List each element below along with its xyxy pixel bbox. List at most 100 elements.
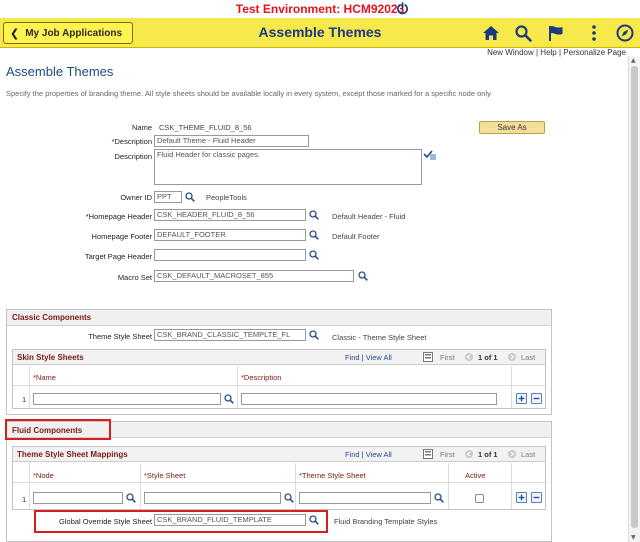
homepage-footer-input[interactable]: DEFAULT_FOOTER: [154, 229, 306, 241]
scroll-thumb[interactable]: [631, 66, 638, 528]
view-all-link[interactable]: View All: [366, 450, 392, 459]
environment-label: Test Environment: HCM92023: [235, 2, 405, 16]
add-row-icon[interactable]: [516, 492, 527, 503]
homepage-header-label: *Homepage Header: [85, 212, 152, 221]
grid-download-icon[interactable]: [423, 449, 433, 459]
find-link[interactable]: Find: [345, 450, 360, 459]
help-link[interactable]: Help: [540, 48, 556, 57]
skin-style-sheets-grid: Skin Style Sheets Find | View All First …: [12, 349, 546, 409]
global-override-description: Fluid Branding Template Styles: [334, 517, 438, 526]
column-divider: [295, 463, 296, 509]
scroll-up-icon[interactable]: ▲: [631, 57, 636, 64]
home-icon[interactable]: [482, 24, 500, 42]
skin-description-input[interactable]: [241, 393, 497, 405]
name-label: Name: [131, 123, 152, 132]
homepage-header-input[interactable]: CSK_HEADER_FLUID_8_56: [154, 209, 306, 221]
classic-theme-style-sheet-label: Theme Style Sheet: [88, 332, 152, 341]
classic-theme-style-sheet-description: Classic - Theme Style Sheet: [332, 333, 427, 342]
description-label: *Description: [111, 137, 152, 146]
target-page-header-label: Target Page Header: [84, 252, 152, 261]
lookup-icon[interactable]: [185, 192, 195, 202]
new-window-link[interactable]: New Window: [487, 48, 534, 57]
mapping-grid-header: Theme Style Sheet Mappings Find | View A…: [13, 447, 545, 462]
column-divider: [29, 463, 30, 509]
column-divider: [29, 366, 30, 408]
app-header: ❮ My Job Applications Assemble Themes: [0, 18, 640, 48]
column-header-description: *Description: [241, 373, 282, 382]
first-link[interactable]: First: [440, 353, 455, 362]
next-icon[interactable]: [508, 450, 516, 458]
view-all-link[interactable]: View All: [366, 353, 392, 362]
mapping-grid-navigation: Find | View All: [345, 450, 392, 459]
previous-icon[interactable]: [465, 450, 473, 458]
macro-set-label: Macro Set: [117, 273, 152, 282]
active-checkbox[interactable]: [475, 494, 484, 503]
lookup-icon[interactable]: [358, 271, 368, 281]
row-count: 1 of 1: [478, 353, 498, 362]
back-button[interactable]: ❮ My Job Applications: [3, 22, 133, 44]
global-override-label: Global Override Style Sheet: [59, 517, 152, 526]
node-input[interactable]: [33, 492, 123, 504]
find-link[interactable]: Find: [345, 353, 360, 362]
long-description-textarea[interactable]: Fluid Header for classic pages.: [154, 149, 422, 185]
description-input[interactable]: Default Theme - Fluid Header: [154, 135, 309, 147]
flag-icon[interactable]: [547, 24, 565, 42]
column-divider: [237, 366, 238, 408]
previous-icon[interactable]: [465, 353, 473, 361]
last-link[interactable]: Last: [521, 353, 535, 362]
lookup-icon[interactable]: [309, 330, 319, 340]
delete-row-icon[interactable]: [531, 492, 542, 503]
personalize-page-link[interactable]: Personalize Page: [563, 48, 626, 57]
classic-theme-style-sheet-input[interactable]: CSK_BRAND_CLASSIC_TEMPLTE_FL: [154, 329, 306, 341]
spell-check-icon[interactable]: [423, 149, 437, 161]
name-value: CSK_THEME_FLUID_8_56: [159, 123, 252, 132]
skin-grid-header: Skin Style Sheets Find | View All First …: [13, 350, 545, 365]
more-icon[interactable]: [585, 24, 603, 42]
scroll-down-icon[interactable]: ▼: [631, 534, 636, 541]
skin-grid-column-headers: *Name *Description: [13, 366, 545, 386]
column-header-theme-style-sheet: *Theme Style Sheet: [299, 471, 366, 480]
back-button-label: My Job Applications: [25, 27, 123, 39]
lookup-icon[interactable]: [434, 493, 444, 503]
style-sheet-input[interactable]: [144, 492, 281, 504]
test-environment-banner: Test Environment: HCM92023: [0, 0, 640, 18]
long-description-label: Description: [114, 152, 152, 161]
homepage-footer-description: Default Footer: [332, 232, 380, 241]
compass-icon[interactable]: [616, 24, 634, 42]
lookup-icon[interactable]: [309, 210, 319, 220]
page-title: Assemble Themes: [6, 64, 114, 79]
column-header-active: Active: [465, 471, 486, 480]
skin-name-input[interactable]: [33, 393, 221, 405]
global-override-input[interactable]: CSK_BRAND_FLUID_TEMPLATE: [154, 514, 306, 526]
column-divider: [511, 463, 512, 509]
power-icon[interactable]: [396, 2, 409, 15]
page-instructions: Specify the properties of branding theme…: [6, 89, 491, 98]
lookup-icon[interactable]: [309, 515, 319, 525]
lookup-icon[interactable]: [224, 394, 234, 404]
grid-download-icon[interactable]: [423, 352, 433, 362]
theme-style-sheet-input[interactable]: [299, 492, 431, 504]
lookup-icon[interactable]: [284, 493, 294, 503]
homepage-header-description: Default Header - Fluid: [332, 212, 406, 221]
next-icon[interactable]: [508, 353, 516, 361]
target-page-header-input[interactable]: [154, 249, 306, 261]
column-header-node: *Node: [33, 471, 54, 480]
first-link[interactable]: First: [440, 450, 455, 459]
lookup-icon[interactable]: [309, 250, 319, 260]
lookup-icon[interactable]: [126, 493, 136, 503]
add-row-icon[interactable]: [516, 393, 527, 404]
save-as-button[interactable]: Save As: [479, 121, 545, 134]
column-divider: [511, 366, 512, 408]
owner-id-label: Owner ID: [120, 193, 152, 202]
search-icon[interactable]: [514, 24, 532, 42]
theme-style-sheet-mappings-grid: Theme Style Sheet Mappings Find | View A…: [12, 446, 546, 510]
vertical-scrollbar[interactable]: ▲ ▼: [628, 56, 640, 542]
delete-row-icon[interactable]: [531, 393, 542, 404]
skin-grid-navigation: Find | View All: [345, 353, 392, 362]
chevron-left-icon: ❮: [10, 26, 20, 40]
owner-id-input[interactable]: PPT: [154, 191, 182, 203]
lookup-icon[interactable]: [309, 230, 319, 240]
macro-set-input[interactable]: CSK_DEFAULT_MACROSET_855: [154, 270, 354, 282]
last-link[interactable]: Last: [521, 450, 535, 459]
classic-components-header: Classic Components: [7, 310, 551, 326]
